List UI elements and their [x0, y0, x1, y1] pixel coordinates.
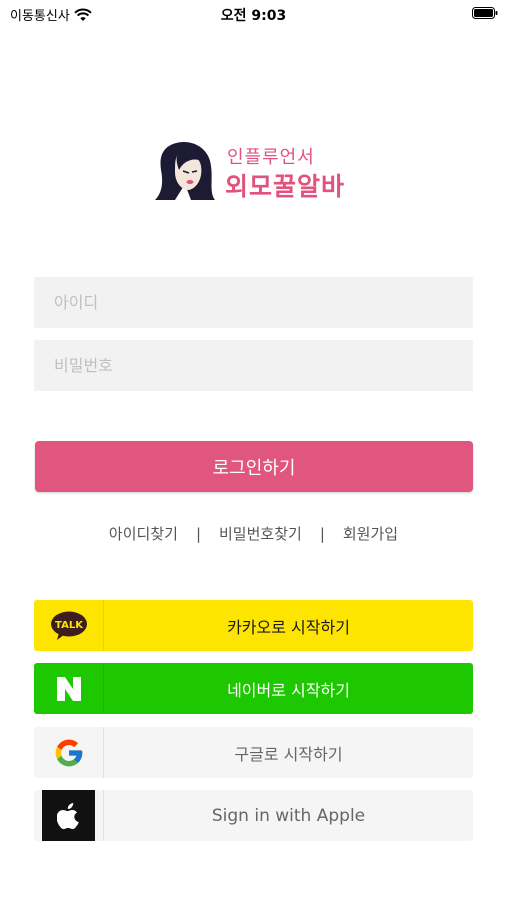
- kakao-login-label: 카카오로 시작하기: [227, 617, 350, 637]
- google-g-icon: [55, 739, 82, 766]
- app-logo: 인플루언서 외모꿀알바: [155, 140, 355, 205]
- google-icon-cell: [34, 727, 104, 778]
- id-input[interactable]: [34, 277, 473, 328]
- find-id-link[interactable]: 아이디찾기: [109, 523, 178, 544]
- password-input[interactable]: [34, 340, 473, 391]
- apple-login-label: Sign in with Apple: [211, 805, 366, 826]
- logo-text-top: 인플루언서: [227, 147, 315, 168]
- link-separator: |: [195, 524, 201, 543]
- naver-login-button[interactable]: 네이버로 시작하기: [34, 663, 473, 714]
- apple-icon-cell: [34, 790, 104, 841]
- login-button[interactable]: 로그인하기: [35, 441, 473, 492]
- logo-text-bottom: 외모꿀알바: [225, 172, 346, 201]
- link-separator: |: [319, 524, 325, 543]
- kakao-badge-text: TALK: [55, 620, 84, 631]
- apple-icon: [56, 802, 79, 829]
- naver-n-icon: [56, 676, 81, 701]
- signup-link[interactable]: 회원가입: [343, 523, 398, 544]
- kakao-icon-cell: TALK: [34, 600, 104, 651]
- woman-face-logo-icon: [155, 142, 215, 200]
- find-password-link[interactable]: 비밀번호찾기: [219, 523, 302, 544]
- apple-icon-box: [42, 790, 95, 841]
- google-login-label: 구글로 시작하기: [234, 744, 343, 764]
- status-time: 오전 9:03: [220, 8, 287, 24]
- apple-login-button[interactable]: Sign in with Apple: [34, 790, 473, 841]
- kakao-talk-icon: TALK: [50, 611, 87, 640]
- status-bar: 이동통신사 오전 9:03: [0, 0, 507, 28]
- battery-icon: [472, 7, 498, 19]
- account-links: 아이디찾기 | 비밀번호찾기 | 회원가입: [0, 523, 507, 544]
- google-login-button[interactable]: 구글로 시작하기: [34, 727, 473, 778]
- kakao-login-button[interactable]: TALK 카카오로 시작하기: [34, 600, 473, 651]
- naver-login-label: 네이버로 시작하기: [227, 680, 350, 700]
- naver-icon-cell: [34, 663, 104, 714]
